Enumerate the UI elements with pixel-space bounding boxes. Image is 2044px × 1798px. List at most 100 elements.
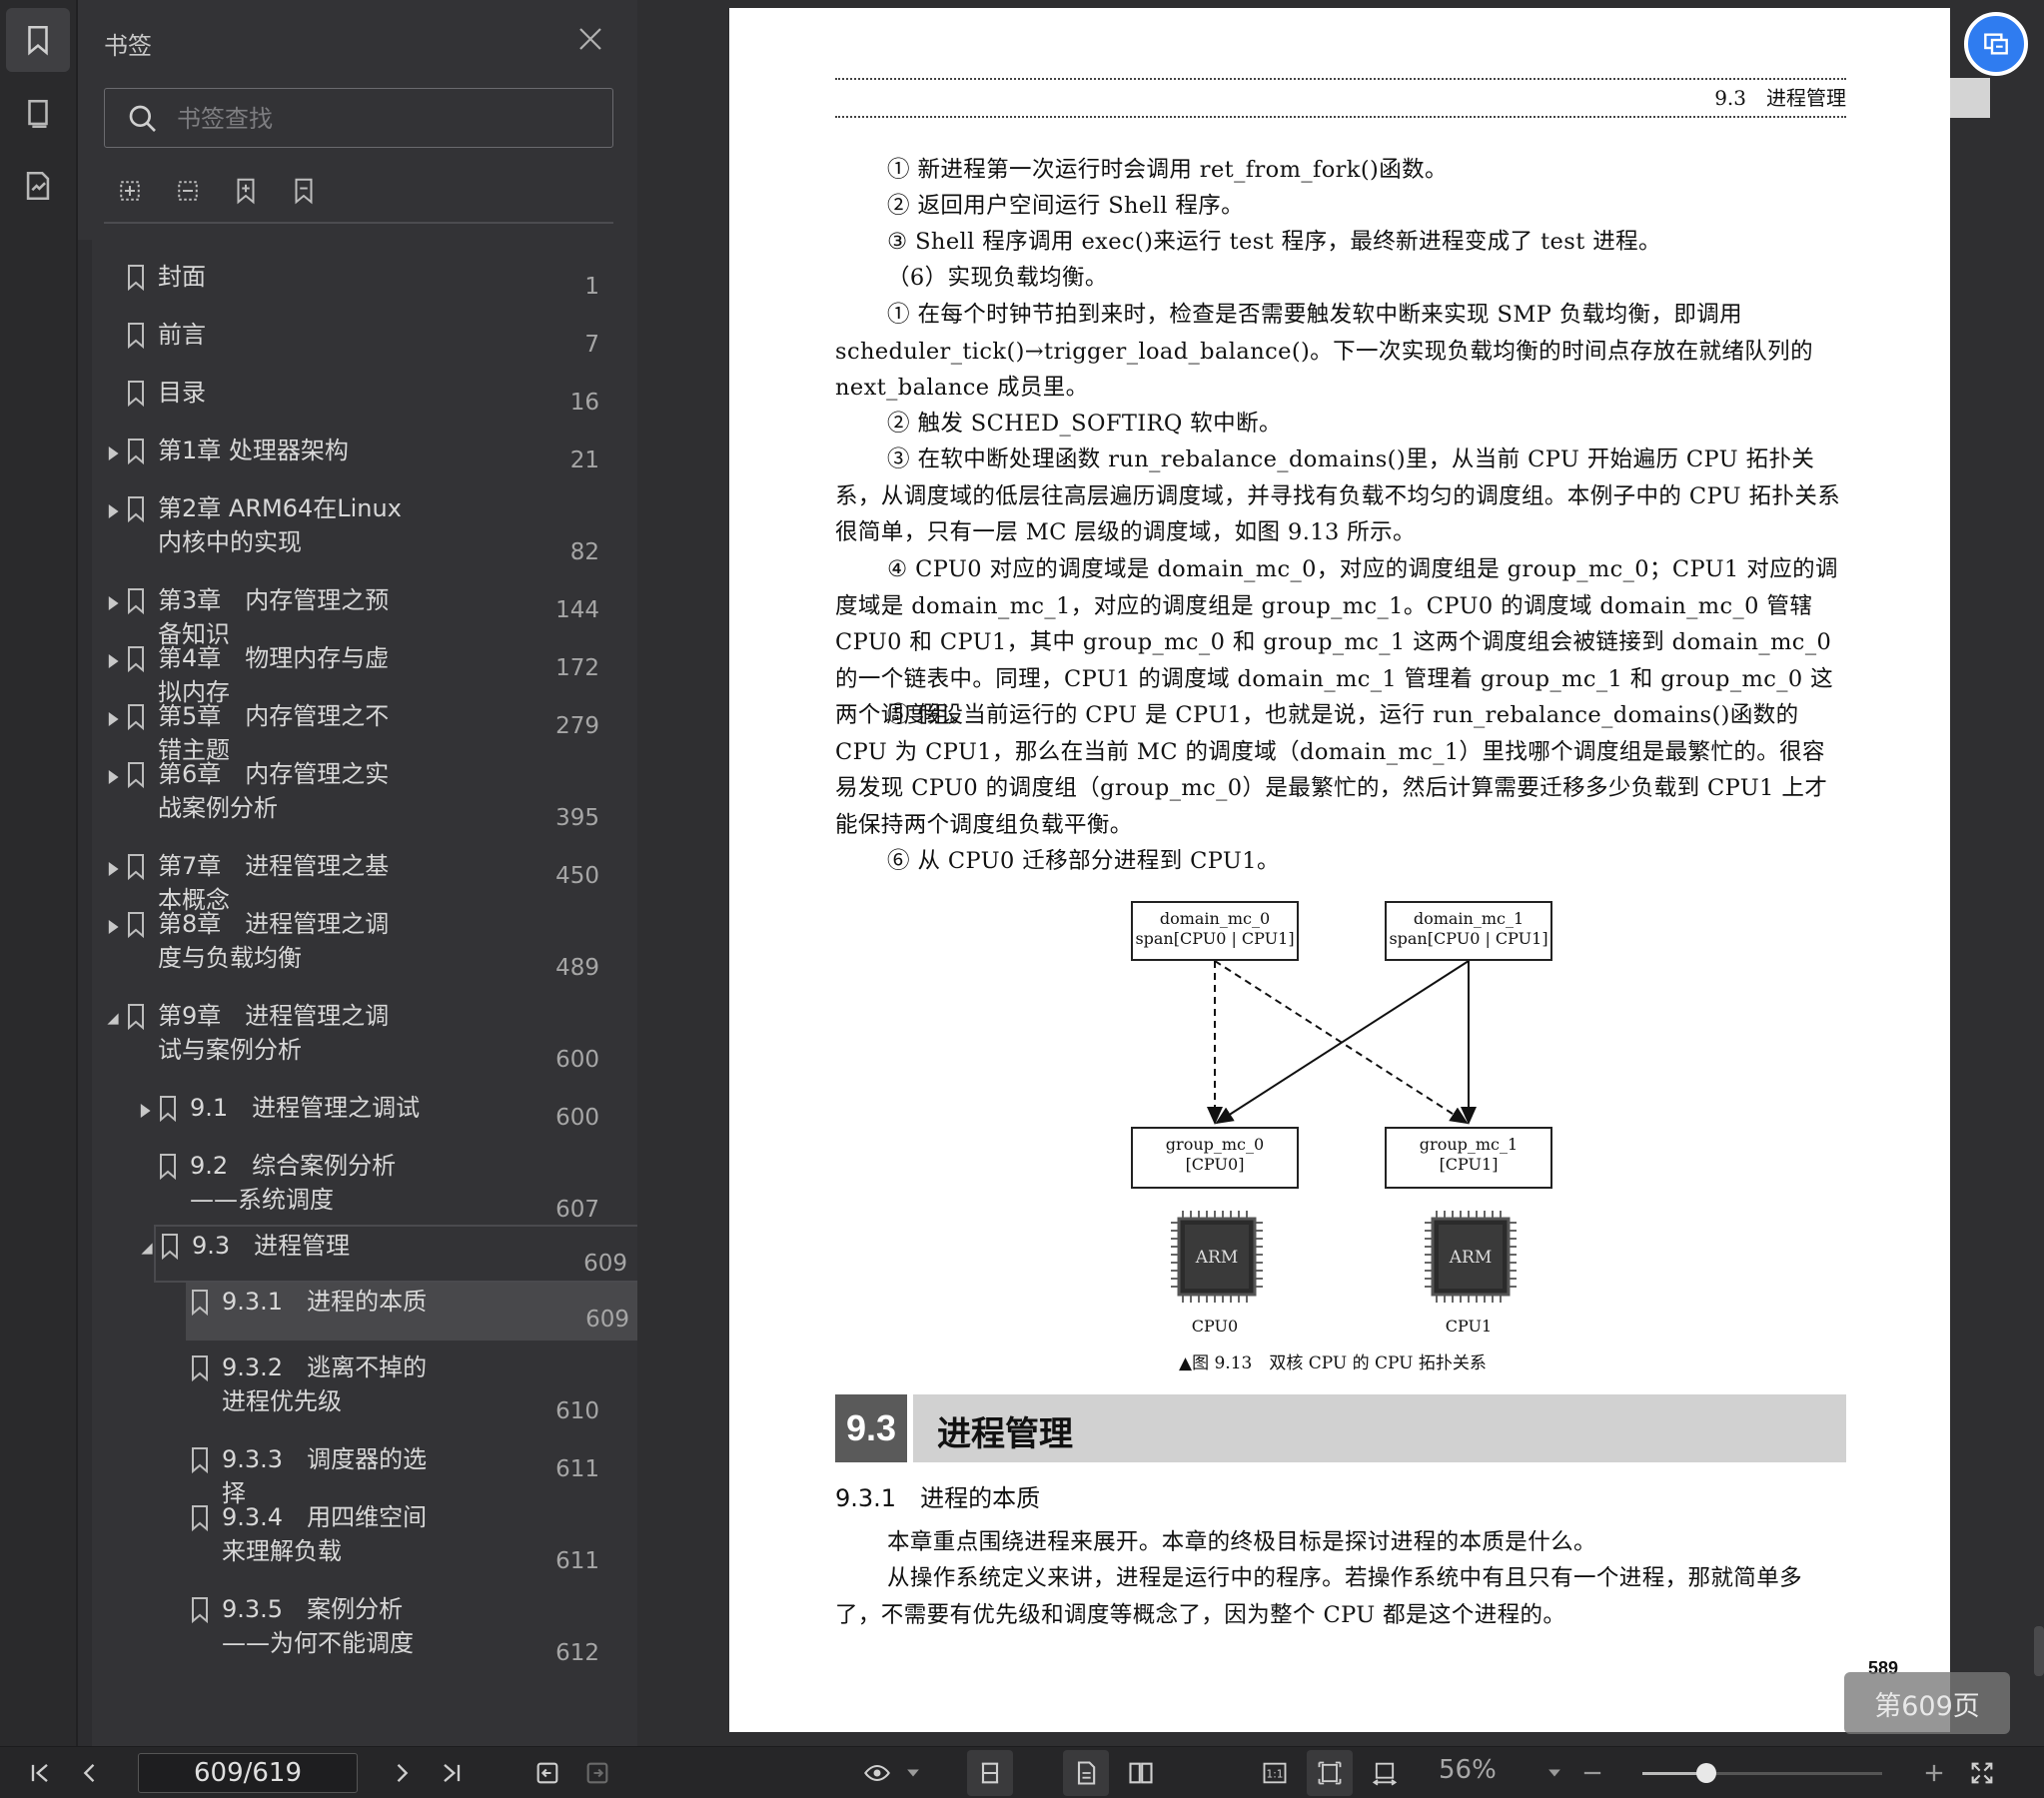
close-icon[interactable]: [575, 24, 605, 54]
bookmark-item[interactable]: 封面 1: [106, 258, 609, 308]
zoom-slider-handle[interactable]: [1696, 1763, 1716, 1783]
back-button[interactable]: [531, 1757, 563, 1789]
bookmark-icon: [128, 912, 144, 939]
expand-arrow-icon[interactable]: [106, 711, 120, 727]
bookmark-item[interactable]: 第2章 ARM64在Linux内核中的实现 82: [106, 489, 609, 573]
two-page-button[interactable]: [1125, 1757, 1157, 1789]
expand-arrow-icon[interactable]: [106, 503, 120, 519]
bookmark-page-number: 172: [555, 655, 599, 681]
zoom-level: 56%: [1439, 1755, 1497, 1785]
bookmark-item[interactable]: 9.1 进程管理之调试 600: [138, 1089, 609, 1139]
section-title: 进程管理: [937, 1414, 1073, 1454]
running-head: 9.3 进程管理: [1714, 86, 1846, 110]
forward-button[interactable]: [581, 1757, 613, 1789]
paragraph: ③ Shell 程序调用 exec()来运行 test 程序，最终新进程变成了 …: [887, 229, 1661, 255]
bookmark-label: 目录: [158, 379, 206, 407]
bookmark-page-number: 612: [555, 1640, 599, 1666]
bookmark-item[interactable]: 第4章 物理内存与虚拟内存 172: [106, 639, 609, 706]
expand-arrow-icon[interactable]: [106, 769, 120, 785]
bookmark-item[interactable]: 第6章 内存管理之实战案例分析 395: [106, 755, 609, 839]
eye-care-button[interactable]: [861, 1757, 893, 1789]
bookmark-page-number: 144: [555, 597, 599, 623]
expand-arrow-icon[interactable]: [106, 446, 120, 461]
two-page-icon: [1129, 1762, 1153, 1784]
bookmark-item[interactable]: 第7章 进程管理之基本概念 450: [106, 847, 609, 914]
bookmark-item[interactable]: 目录 16: [106, 374, 609, 424]
bookmark-icon: [128, 762, 144, 789]
actual-size-button[interactable]: 1:1: [1259, 1757, 1291, 1789]
bookmark-item[interactable]: 第8章 进程管理之调度与负载均衡 489: [106, 905, 609, 989]
bookmark-item[interactable]: 9.3.5 案例分析——为何不能调度 612: [170, 1590, 609, 1674]
bookmark-icon: [192, 1290, 208, 1317]
collapse-all-button[interactable]: [172, 174, 204, 208]
bookmark-label: 9.3 进程管理: [192, 1232, 351, 1260]
expand-arrow-icon[interactable]: [106, 861, 120, 877]
box-line: [CPU0]: [1185, 1155, 1245, 1174]
collapse-arrow-icon[interactable]: [106, 1011, 120, 1027]
bookmark-icon: [128, 323, 144, 350]
page-toast: 第609页: [1844, 1672, 2010, 1734]
plus-icon: [1925, 1764, 1943, 1782]
collapse-arrow-icon[interactable]: [140, 1241, 154, 1257]
eye-care-dropdown[interactable]: [897, 1757, 929, 1789]
bookmark-page-number: 609: [583, 1251, 627, 1277]
bookmark-page-number: 16: [569, 390, 599, 416]
add-bookmark-button[interactable]: [230, 174, 262, 208]
continuous-scroll-icon: [981, 1762, 999, 1784]
page-number-input[interactable]: 609/619: [138, 1753, 358, 1793]
first-page-icon: [31, 1763, 48, 1783]
paragraph: 从操作系统定义来讲，进程是运行中的程序。若操作系统中有且只有一个进程，那就简单多…: [835, 1565, 1803, 1628]
paragraph: ⑥ 从 CPU0 迁移部分进程到 CPU1。: [887, 848, 1280, 874]
expand-all-button[interactable]: [114, 174, 146, 208]
fit-page-button[interactable]: [1307, 1750, 1353, 1796]
bookmark-panel: 书签 封面 1 前言 7 目录 16 第1章 处理器架构 21 第2章 ARM64在Linux内…: [78, 0, 643, 1746]
bookmark-item[interactable]: 9.3 进程管理 609: [141, 1225, 643, 1283]
zoom-dropdown[interactable]: [1538, 1757, 1570, 1789]
box-line: [CPU1]: [1439, 1155, 1499, 1174]
bookmark-item[interactable]: 前言 7: [106, 316, 609, 366]
bookmark-page-number: 489: [555, 955, 599, 981]
fit-width-icon: [1372, 1762, 1398, 1786]
bookmark-item[interactable]: 9.2 综合案例分析——系统调度 607: [138, 1147, 609, 1231]
continuous-scroll-button[interactable]: [967, 1750, 1013, 1796]
page-edge-tab[interactable]: [1950, 78, 1990, 118]
bookmark-item[interactable]: 9.3.4 用四维空间来理解负载 611: [170, 1498, 609, 1582]
first-page-button[interactable]: [24, 1757, 56, 1789]
bookmark-panel-button[interactable]: [6, 8, 70, 72]
zoom-out-button[interactable]: [1576, 1757, 1608, 1789]
bookmark-item[interactable]: 9.3.3 调度器的选择 611: [170, 1440, 609, 1507]
bookmark-item[interactable]: 第3章 内存管理之预备知识 144: [106, 581, 609, 648]
paragraph: ① 在每个时钟节拍到来时，检查是否需要触发软中断来实现 SMP 负载均衡，即调用…: [835, 302, 1813, 401]
zoom-in-button[interactable]: [1918, 1757, 1950, 1789]
expand-arrow-icon[interactable]: [106, 919, 120, 935]
bookmark-search-input[interactable]: [177, 99, 596, 139]
single-page-button[interactable]: [1063, 1750, 1109, 1796]
thumbnail-panel-button[interactable]: [6, 82, 70, 146]
annotation-panel-button[interactable]: [6, 154, 70, 218]
bookmark-item[interactable]: 第1章 处理器架构 21: [106, 432, 609, 481]
floating-action-button[interactable]: [1964, 12, 2028, 76]
next-page-button[interactable]: [386, 1757, 418, 1789]
fit-width-button[interactable]: [1369, 1757, 1401, 1789]
cpu0-chip-icon: ARM: [1165, 1205, 1269, 1309]
remove-bookmark-button[interactable]: [288, 174, 320, 208]
last-page-button[interactable]: [436, 1757, 468, 1789]
bookmark-label: 9.3.5 案例分析——为何不能调度: [222, 1595, 414, 1657]
fullscreen-button[interactable]: [1966, 1757, 1998, 1789]
pdf-reader-app: 书签 封面 1 前言 7 目录 16 第1章 处理器架构 21 第2章 ARM64在Linux内…: [0, 0, 2044, 1798]
vertical-scrollbar[interactable]: [2034, 1626, 2044, 1676]
bookmark-item[interactable]: 第9章 进程管理之调试与案例分析 600: [106, 997, 609, 1081]
bookmark-item[interactable]: 第5章 内存管理之不错主题 279: [106, 697, 609, 764]
box-line: group_mc_0: [1165, 1135, 1265, 1154]
bookmark-item[interactable]: 9.3.2 逃离不掉的进程优先级 610: [170, 1348, 609, 1432]
expand-arrow-icon[interactable]: [106, 595, 120, 611]
translate-icon: [1984, 33, 2008, 55]
paragraph: （6）实现负载均衡。: [887, 265, 1108, 291]
chevron-right-icon: [397, 1764, 409, 1782]
expand-arrow-icon[interactable]: [138, 1103, 152, 1119]
prev-page-button[interactable]: [74, 1757, 106, 1789]
fit-page-icon: [1318, 1761, 1342, 1785]
header-rule-bottom: [835, 116, 1846, 118]
bookmark-item[interactable]: 9.3.1 进程的本质 609: [186, 1283, 643, 1341]
expand-arrow-icon[interactable]: [106, 653, 120, 669]
